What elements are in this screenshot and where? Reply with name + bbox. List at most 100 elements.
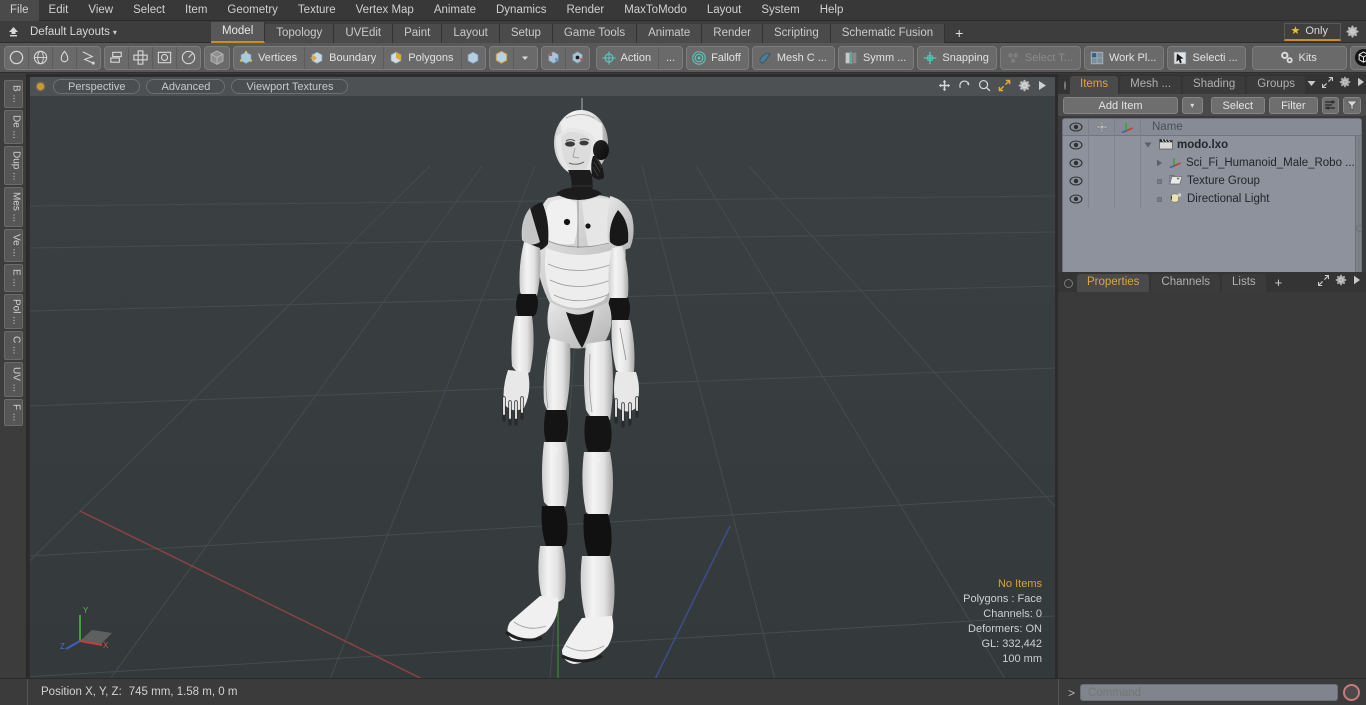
tab-game-tools[interactable]: Game Tools [552, 23, 638, 43]
settings-gear-icon[interactable] [1341, 25, 1363, 38]
tab-uvedit[interactable]: UVEdit [334, 23, 394, 43]
radial-icon[interactable] [177, 47, 200, 69]
expand-icon[interactable] [1317, 274, 1330, 289]
menu-render[interactable]: Render [556, 0, 614, 21]
row-move-cell[interactable] [1089, 172, 1115, 190]
tab-render[interactable]: Render [702, 23, 763, 43]
row-axis-cell[interactable] [1115, 172, 1141, 190]
menu-select[interactable]: Select [123, 0, 175, 21]
vertices-mode-button[interactable]: Vertices [234, 46, 306, 69]
symmetry-button[interactable]: Symm ... [839, 47, 913, 69]
selection-sets-button[interactable]: Selecti ... [1168, 47, 1244, 69]
add-panel-tab-button[interactable]: + [1268, 274, 1290, 292]
viewport-textures-selector[interactable]: Viewport Textures [231, 79, 349, 94]
polygons-mode-button[interactable]: Polygons [384, 46, 462, 69]
tab-mesh[interactable]: Mesh ... [1120, 76, 1182, 94]
left-tab-edge[interactable]: E ... [3, 263, 23, 292]
gear-icon[interactable] [1335, 274, 1347, 289]
row-axis-cell[interactable] [1115, 136, 1141, 154]
add-tab-button[interactable]: + [945, 24, 973, 43]
stack-icon[interactable] [105, 46, 129, 69]
cube-selected-icon[interactable] [490, 46, 514, 69]
row-name-cell[interactable]: Sci_Fi_Humanoid_Male_Robo ... [1141, 156, 1355, 171]
cube-gray-icon[interactable] [205, 47, 229, 69]
kits-button[interactable]: Kits [1253, 47, 1346, 69]
table-row[interactable]: Directional Light [1063, 190, 1355, 208]
tab-channels[interactable]: Channels [1151, 274, 1221, 292]
work-plane-button[interactable]: Work Pl... [1085, 47, 1163, 69]
chevron-down-icon[interactable] [1307, 78, 1316, 90]
tab-paint[interactable]: Paint [393, 23, 443, 43]
item-mode-dropdown-caret-icon[interactable] [514, 47, 537, 69]
table-row[interactable]: Sci_Fi_Humanoid_Male_Robo ... [1063, 154, 1355, 172]
command-input[interactable] [1080, 684, 1338, 701]
panel-menu-dot-icon[interactable] [1064, 81, 1066, 90]
row-axis-cell[interactable] [1115, 154, 1141, 172]
bevel-icon[interactable] [153, 46, 177, 69]
row-move-cell[interactable] [1089, 190, 1115, 208]
menu-geometry[interactable]: Geometry [217, 0, 288, 21]
menu-system[interactable]: System [751, 0, 809, 21]
tab-items[interactable]: Items [1070, 76, 1119, 94]
select-through-button[interactable]: Select T... [1001, 47, 1080, 69]
tab-setup[interactable]: Setup [499, 23, 553, 43]
row-name-cell[interactable]: Directional Light [1141, 192, 1355, 207]
expand-triangle-down-icon[interactable] [1141, 141, 1155, 149]
row-visibility-eye-icon[interactable] [1063, 172, 1089, 190]
left-tab-command[interactable]: C ... [3, 331, 23, 360]
select-button[interactable]: Select [1210, 96, 1266, 114]
add-item-dropdown-caret-icon[interactable]: ▾ [1182, 96, 1203, 114]
tab-animate[interactable]: Animate [637, 23, 703, 43]
menu-edit[interactable]: Edit [39, 0, 79, 21]
table-row[interactable]: modo.lxo [1063, 136, 1355, 154]
left-tab-polygon[interactable]: Pol ... [3, 293, 23, 330]
gear-icon[interactable] [1339, 76, 1351, 91]
left-tab-file[interactable]: F ... [3, 398, 23, 426]
left-tab-duplicate[interactable]: Dup ... [3, 145, 23, 186]
menu-dynamics[interactable]: Dynamics [486, 0, 556, 21]
gear-icon[interactable] [1018, 79, 1031, 94]
row-move-cell[interactable] [1089, 136, 1115, 154]
menu-maxtomodo[interactable]: MaxToModo [614, 0, 697, 21]
funnel-icon[interactable] [1343, 96, 1361, 114]
layout-selector[interactable]: Default Layouts ▾ [24, 22, 125, 42]
tab-topology[interactable]: Topology [265, 23, 335, 43]
expand-icon[interactable] [1321, 76, 1334, 91]
tab-lists[interactable]: Lists [1222, 274, 1266, 292]
tab-schematic-fusion[interactable]: Schematic Fusion [830, 23, 946, 43]
tab-properties[interactable]: Properties [1077, 274, 1150, 292]
menu-texture[interactable]: Texture [288, 0, 346, 21]
row-visibility-eye-icon[interactable] [1063, 190, 1089, 208]
expand-triangle-right-icon[interactable] [1153, 159, 1165, 167]
row-name-cell[interactable]: Texture Group [1141, 174, 1355, 189]
pen-icon[interactable] [53, 46, 77, 69]
fit-icon[interactable] [998, 79, 1011, 94]
play-icon[interactable] [1357, 77, 1365, 90]
left-tab-mesh[interactable]: Mes ... [3, 187, 23, 228]
table-row[interactable]: Texture Group [1063, 172, 1355, 190]
unity-icon[interactable] [1351, 47, 1366, 69]
pivot-cube-a-icon[interactable] [542, 46, 566, 69]
falloff-button[interactable]: Falloff [687, 47, 748, 69]
snapping-button[interactable]: Snapping [918, 47, 996, 69]
globe-icon[interactable] [29, 46, 53, 69]
add-item-button[interactable]: Add Item [1063, 96, 1178, 114]
action-center-button[interactable]: Action [597, 46, 660, 69]
play-icon[interactable] [1038, 80, 1047, 93]
move-icon[interactable] [938, 79, 951, 94]
left-tab-uv[interactable]: UV ... [3, 361, 23, 397]
sci-fi-humanoid-robot-model[interactable] [470, 98, 710, 668]
tab-shading[interactable]: Shading [1183, 76, 1246, 94]
row-name-cell[interactable]: modo.lxo [1141, 138, 1355, 153]
tab-model[interactable]: Model [210, 21, 266, 43]
home-up-icon[interactable] [2, 22, 24, 42]
curve-icon[interactable] [77, 47, 100, 69]
record-icon[interactable] [1343, 684, 1360, 701]
zoom-icon[interactable] [978, 79, 991, 94]
list-icon[interactable] [1321, 96, 1340, 114]
viewport-projection-selector[interactable]: Perspective [53, 79, 141, 94]
row-visibility-eye-icon[interactable] [1063, 154, 1089, 172]
array-icon[interactable] [129, 46, 153, 69]
only-toggle-button[interactable]: ★ Only [1283, 22, 1341, 41]
pivot-cube-b-icon[interactable] [566, 47, 589, 69]
